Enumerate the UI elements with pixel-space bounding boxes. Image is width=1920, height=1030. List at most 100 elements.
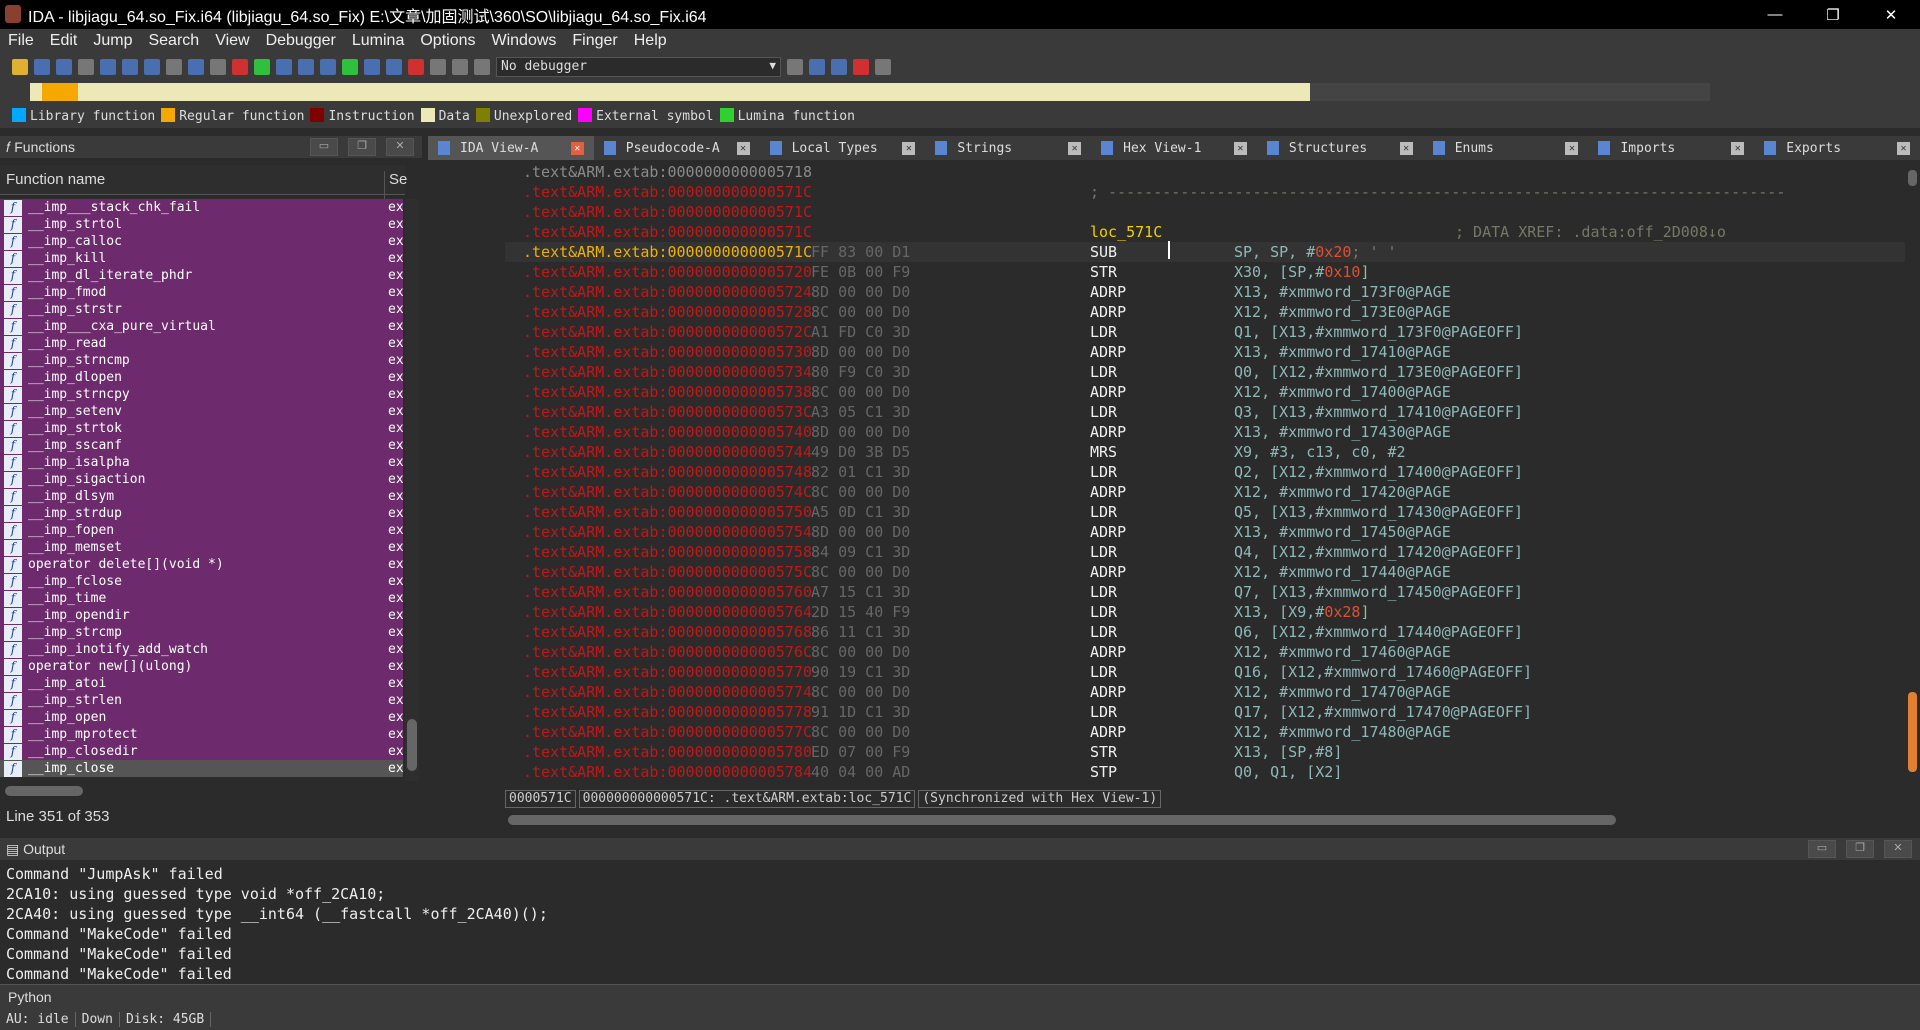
menu-edit[interactable]: Edit xyxy=(42,32,86,50)
stop-icon[interactable] xyxy=(474,58,490,75)
scrollbar-thumb[interactable] xyxy=(407,719,417,771)
menu-debugger[interactable]: Debugger xyxy=(258,32,344,50)
menu-windows[interactable]: Windows xyxy=(483,32,564,50)
function-row[interactable]: f __imp_fclose ex xyxy=(0,573,403,590)
save-icon[interactable] xyxy=(34,58,50,75)
function-row[interactable]: f __imp_mprotect ex xyxy=(0,726,403,743)
forward-icon[interactable] xyxy=(78,58,94,75)
function-row[interactable]: f __imp_dl_iterate_phdr ex xyxy=(0,267,403,284)
search-next-icon[interactable] xyxy=(166,58,182,75)
tab-local-types[interactable]: Local Types ✕ xyxy=(760,136,926,160)
function-row[interactable]: f __imp_atoi ex xyxy=(0,675,403,692)
function-row[interactable]: f __imp_sscanf ex xyxy=(0,437,403,454)
function-row[interactable]: f __imp_memset ex xyxy=(0,539,403,556)
disasm-line[interactable]: .text&ARM.extab:0000000000005748 82 01 C1… xyxy=(505,462,1905,482)
undefine-icon[interactable] xyxy=(408,58,424,75)
disasm-line[interactable]: .text&ARM.extab:000000000000571C FF 83 00… xyxy=(505,242,1905,262)
column-segment[interactable]: Se xyxy=(384,171,407,199)
disasm-line[interactable]: .text&ARM.extab:0000000000005718 xyxy=(505,162,1905,182)
make-string-icon[interactable] xyxy=(320,58,336,75)
tab-close-icon[interactable]: ✕ xyxy=(1731,141,1745,155)
menu-search[interactable]: Search xyxy=(140,32,207,50)
make-data-icon[interactable] xyxy=(298,58,314,75)
function-row[interactable]: f __imp_dlsym ex xyxy=(0,488,403,505)
open-icon[interactable] xyxy=(12,58,28,75)
tab-close-icon[interactable]: ✕ xyxy=(1233,141,1247,155)
disasm-line[interactable]: .text&ARM.extab:0000000000005720 FE 0B 00… xyxy=(505,262,1905,282)
function-row[interactable]: f operator delete[](void *) ex xyxy=(0,556,403,573)
function-row[interactable]: f __imp_fmod ex xyxy=(0,284,403,301)
disasm-line[interactable]: .text&ARM.extab:0000000000005754 8D 00 00… xyxy=(505,522,1905,542)
tab-close-icon[interactable]: ✕ xyxy=(1897,141,1911,155)
back-icon[interactable] xyxy=(56,58,72,75)
tab-hex-view-1[interactable]: Hex View-1 ✕ xyxy=(1091,136,1257,160)
function-row[interactable]: f __imp_inotify_add_watch ex xyxy=(0,641,403,658)
disasm-line[interactable]: .text&ARM.extab:000000000000577C 8C 00 00… xyxy=(505,722,1905,742)
disasm-line[interactable]: .text&ARM.extab:000000000000571C ; ------… xyxy=(505,182,1905,202)
start-debug-icon[interactable] xyxy=(430,58,446,75)
function-row[interactable]: f __imp_close ex xyxy=(0,760,403,777)
jump-entry-icon[interactable] xyxy=(188,58,204,75)
pseudocode-icon[interactable] xyxy=(809,58,825,75)
disasm-line[interactable]: .text&ARM.extab:0000000000005740 8D 00 00… xyxy=(505,422,1905,442)
jump-text-icon[interactable] xyxy=(122,58,138,75)
restore-button[interactable]: ❐ xyxy=(1804,0,1862,29)
disasm-line[interactable]: .text&ARM.extab:0000000000005778 91 1D C1… xyxy=(505,702,1905,722)
jump-address-icon[interactable] xyxy=(100,58,116,75)
disasm-line[interactable]: .text&ARM.extab:0000000000005738 8C 00 00… xyxy=(505,382,1905,402)
disasm-line[interactable]: .text&ARM.extab:0000000000005774 8C 00 00… xyxy=(505,682,1905,702)
disasm-line[interactable]: .text&ARM.extab:0000000000005734 80 F9 C0… xyxy=(505,362,1905,382)
output-close-button[interactable]: ✕ xyxy=(1884,840,1912,858)
close-button[interactable]: ✕ xyxy=(1862,0,1920,29)
function-row[interactable]: f __imp_open ex xyxy=(0,709,403,726)
disassembly-horizontal-scrollbar[interactable] xyxy=(508,815,1616,825)
make-array-icon[interactable] xyxy=(364,58,380,75)
disassembly-view[interactable]: .text&ARM.extab:0000000000005718 .text&AR… xyxy=(505,162,1905,790)
disasm-line[interactable]: .text&ARM.extab:000000000000576C 8C 00 00… xyxy=(505,642,1905,662)
output-log[interactable]: Command "JumpAsk" failed 2CA10: using gue… xyxy=(0,862,1904,983)
tab-exports[interactable]: Exports ✕ xyxy=(1754,136,1920,160)
functions-horizontal-scrollbar[interactable] xyxy=(5,786,83,796)
tab-structures[interactable]: Structures ✕ xyxy=(1257,136,1423,160)
function-row[interactable]: f __imp_time ex xyxy=(0,590,403,607)
disasm-line[interactable]: .text&ARM.extab:000000000000571C xyxy=(505,202,1905,222)
function-row[interactable]: f __imp_kill ex xyxy=(0,250,403,267)
function-row[interactable]: f __imp___stack_chk_fail ex xyxy=(0,199,403,216)
function-row[interactable]: f __imp_closedir ex xyxy=(0,743,403,760)
function-row[interactable]: f __imp_strtol ex xyxy=(0,216,403,233)
column-function-name[interactable]: Function name xyxy=(6,171,105,188)
disasm-line[interactable]: .text&ARM.extab:0000000000005728 8C 00 00… xyxy=(505,302,1905,322)
function-row[interactable]: f __imp_strdup ex xyxy=(0,505,403,522)
output-restore-button[interactable]: ❐ xyxy=(1846,840,1874,858)
tab-close-icon[interactable]: ✕ xyxy=(570,141,584,155)
breakpoints-icon[interactable] xyxy=(831,58,847,75)
tab-ida-view-a[interactable]: IDA View-A ✕ xyxy=(428,136,594,160)
menu-lumina[interactable]: Lumina xyxy=(344,32,412,50)
tab-close-icon[interactable]: ✕ xyxy=(1565,141,1579,155)
functions-vertical-scrollbar[interactable] xyxy=(405,199,419,781)
disasm-line[interactable]: .text&ARM.extab:0000000000005730 8D 00 00… xyxy=(505,342,1905,362)
python-input[interactable]: Python xyxy=(0,984,1920,1008)
navigation-band[interactable] xyxy=(30,83,1310,101)
function-row[interactable]: f __imp_strncmp ex xyxy=(0,352,403,369)
function-row[interactable]: f __imp_strncpy ex xyxy=(0,386,403,403)
panel-restore-button[interactable]: ❐ xyxy=(348,138,376,156)
function-row[interactable]: f __imp_strlen ex xyxy=(0,692,403,709)
rename-icon[interactable] xyxy=(386,58,402,75)
disasm-line[interactable]: .text&ARM.extab:0000000000005770 90 19 C1… xyxy=(505,662,1905,682)
disasm-line[interactable]: .text&ARM.extab:000000000000575C 8C 00 00… xyxy=(505,562,1905,582)
minimize-button[interactable]: — xyxy=(1746,0,1804,29)
debugger-select[interactable]: No debugger xyxy=(496,56,781,77)
function-row[interactable]: f __imp_strtok ex xyxy=(0,420,403,437)
function-row[interactable]: f __imp___cxa_pure_virtual ex xyxy=(0,318,403,335)
function-row[interactable]: f __imp_isalpha ex xyxy=(0,454,403,471)
menu-options[interactable]: Options xyxy=(412,32,483,50)
disasm-line[interactable]: .text&ARM.extab:0000000000005768 86 11 C1… xyxy=(505,622,1905,642)
disassembly-vertical-scrollbar[interactable] xyxy=(1905,162,1920,792)
add-breakpoint-icon[interactable] xyxy=(853,58,869,75)
analysis-icon[interactable] xyxy=(232,58,248,75)
function-row[interactable]: f __imp_strcmp ex xyxy=(0,624,403,641)
tab-close-icon[interactable]: ✕ xyxy=(1068,141,1082,155)
function-row[interactable]: f __imp_read ex xyxy=(0,335,403,352)
menu-finger[interactable]: Finger xyxy=(564,32,625,50)
